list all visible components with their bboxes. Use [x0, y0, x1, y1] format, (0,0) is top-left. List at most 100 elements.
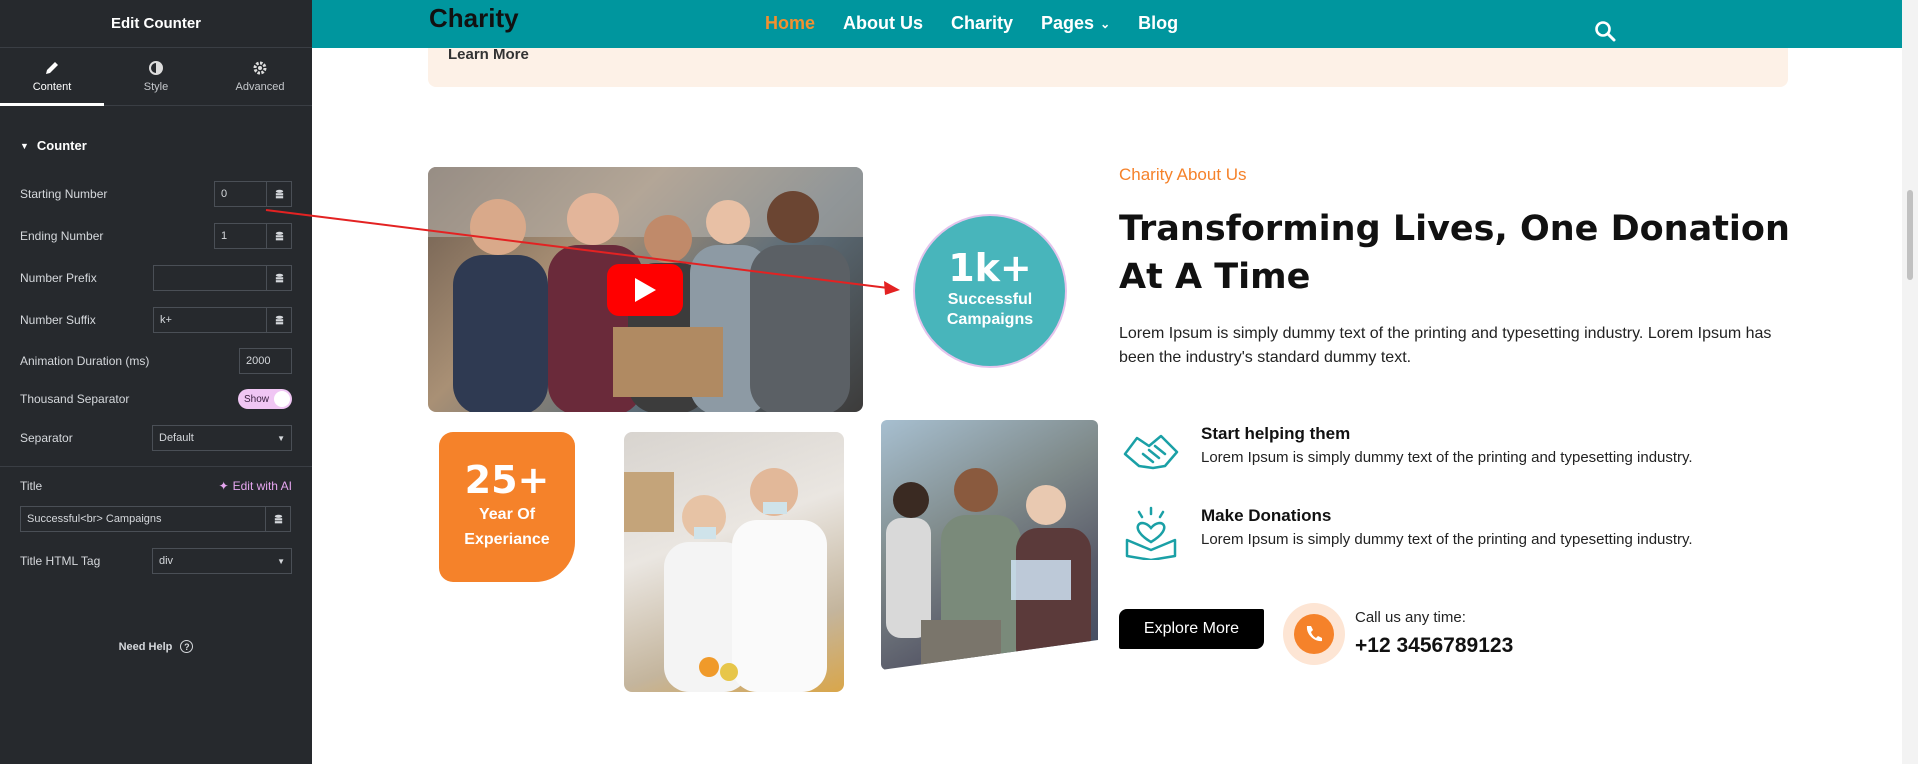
- pencil-icon: [46, 62, 58, 74]
- animation-duration-input[interactable]: 2000: [239, 348, 292, 374]
- field-animation-duration: Animation Duration (ms) 2000: [20, 348, 292, 374]
- feature-item: Start helping them Lorem Ipsum is simply…: [1119, 424, 1693, 478]
- separator-value: Default: [159, 432, 194, 444]
- volunteers-image: [624, 468, 827, 692]
- phone-badge: [1283, 603, 1345, 665]
- experience-line2: Experiance: [464, 531, 550, 548]
- separator-label: Separator: [20, 431, 73, 445]
- tab-advanced[interactable]: Advanced: [208, 48, 312, 105]
- title-input[interactable]: Successful<br> Campaigns: [20, 506, 265, 532]
- section-heading: Transforming Lives, One Donation At A Ti…: [1119, 209, 1790, 297]
- field-title: Successful<br> Campaigns: [20, 506, 292, 532]
- feature-desc: Lorem Ipsum is simply dummy text of the …: [1201, 449, 1693, 466]
- tab-advanced-label: Advanced: [235, 81, 285, 93]
- database-icon: [275, 231, 283, 240]
- dynamic-tags-button[interactable]: [266, 223, 292, 249]
- edit-with-ai-label: Edit with AI: [232, 479, 292, 493]
- database-icon: [275, 189, 283, 198]
- number-prefix-input[interactable]: [153, 265, 266, 291]
- top-navigation: Charity Home About Us Charity Pages ⌄ Blo…: [312, 0, 1902, 48]
- field-ending-number: Ending Number 1: [20, 223, 292, 249]
- title-html-tag-select[interactable]: div ▼: [152, 548, 292, 574]
- database-icon: [275, 315, 283, 324]
- feature-desc: Lorem Ipsum is simply dummy text of the …: [1201, 531, 1693, 548]
- field-starting-number: Starting Number 0: [20, 181, 292, 207]
- tab-content-label: Content: [32, 81, 72, 93]
- feature-title: Make Donations: [1201, 506, 1332, 525]
- nav-blog[interactable]: Blog: [1138, 13, 1178, 34]
- dynamic-tags-button[interactable]: [265, 506, 291, 532]
- play-button[interactable]: [607, 264, 683, 316]
- ending-number-input[interactable]: 1: [214, 223, 266, 249]
- dynamic-tags-button[interactable]: [266, 181, 292, 207]
- animation-duration-label: Animation Duration (ms): [20, 354, 150, 368]
- video-thumbnail[interactable]: [428, 167, 863, 412]
- dropdown-arrow-icon: ▼: [277, 556, 285, 566]
- sparkle-icon: ✦: [218, 479, 229, 493]
- number-prefix-label: Number Prefix: [20, 271, 97, 285]
- tab-content[interactable]: Content: [0, 48, 104, 106]
- contrast-icon: [149, 61, 163, 75]
- title-html-tag-value: div: [159, 555, 174, 567]
- scrollbar-thumb[interactable]: [1907, 190, 1913, 280]
- page-scrollbar[interactable]: [1902, 0, 1918, 764]
- explore-more-button[interactable]: Explore More: [1119, 609, 1264, 649]
- panel-title: Edit Counter: [0, 0, 312, 48]
- nav-charity[interactable]: Charity: [951, 13, 1013, 34]
- play-icon: [635, 278, 656, 302]
- separator-select[interactable]: Default ▼: [152, 425, 292, 451]
- call-label: Call us any time:: [1355, 609, 1466, 626]
- donation-box-icon: [1125, 506, 1177, 560]
- need-help-label: Need Help: [118, 640, 173, 653]
- tab-style-label: Style: [143, 81, 169, 93]
- search-icon[interactable]: [1594, 20, 1616, 42]
- experience-badge: 25+ Year Of Experiance: [439, 432, 575, 582]
- field-title-header: Title ✦ Edit with AI: [20, 479, 292, 493]
- section-kicker: Charity About Us: [1119, 165, 1247, 184]
- title-html-tag-label: Title HTML Tag: [20, 554, 101, 568]
- help-circle-icon: ?: [180, 640, 194, 653]
- section-counter-label: Counter: [36, 138, 87, 153]
- ending-number-label: Ending Number: [20, 229, 104, 243]
- counter-badge[interactable]: 1k+ Successful Campaigns: [913, 214, 1067, 368]
- counter-line2: Campaigns: [946, 311, 1034, 328]
- editor-panel: Edit Counter Content Style Advanced ▼ Co…: [0, 0, 312, 764]
- caret-down-icon: ▼: [20, 140, 29, 151]
- field-number-suffix: Number Suffix k+: [20, 307, 292, 333]
- call-number[interactable]: +12 3456789123: [1355, 634, 1513, 658]
- dropdown-arrow-icon: ▼: [277, 433, 285, 443]
- feature-item: Make Donations Lorem Ipsum is simply dum…: [1119, 506, 1693, 560]
- nav-about-us[interactable]: About Us: [843, 13, 923, 34]
- thousand-separator-toggle[interactable]: Show: [238, 389, 292, 409]
- nav-home[interactable]: Home: [765, 13, 815, 34]
- field-separator: Separator Default ▼: [20, 425, 292, 451]
- nav-pages-label: Pages: [1041, 13, 1095, 33]
- site-logo[interactable]: Charity: [429, 3, 519, 34]
- counter-line1: Successful: [947, 291, 1033, 308]
- starting-number-label: Starting Number: [20, 187, 108, 201]
- dynamic-tags-button[interactable]: [266, 265, 292, 291]
- title-label: Title: [20, 479, 43, 493]
- learn-more-link[interactable]: Learn More: [448, 46, 529, 63]
- field-title-html-tag: Title HTML Tag div ▼: [20, 548, 292, 574]
- packing-image: [886, 468, 1091, 670]
- starting-number-input[interactable]: 0: [214, 181, 266, 207]
- section-counter-toggle[interactable]: ▼ Counter: [20, 138, 87, 153]
- main-menu: Home About Us Charity Pages ⌄ Blog: [765, 13, 1206, 34]
- tab-style[interactable]: Style: [104, 48, 208, 105]
- nav-pages[interactable]: Pages ⌄: [1041, 13, 1110, 34]
- divider: [0, 466, 312, 467]
- edit-with-ai-button[interactable]: ✦ Edit with AI: [219, 479, 292, 493]
- number-suffix-input[interactable]: k+: [153, 307, 266, 333]
- packing-photo: [881, 420, 1098, 670]
- section-paragraph: Lorem Ipsum is simply dummy text of the …: [1119, 325, 1772, 366]
- counter-number: 1k+: [948, 246, 1032, 290]
- feature-title: Start helping them: [1201, 424, 1351, 443]
- number-suffix-label: Number Suffix: [20, 313, 96, 327]
- need-help-link[interactable]: Need Help ?: [0, 640, 312, 653]
- gear-icon: [253, 61, 267, 75]
- dynamic-tags-button[interactable]: [266, 307, 292, 333]
- experience-number: 25+: [464, 458, 550, 502]
- panel-tabs: Content Style Advanced: [0, 48, 312, 106]
- phone-icon: [1306, 626, 1322, 642]
